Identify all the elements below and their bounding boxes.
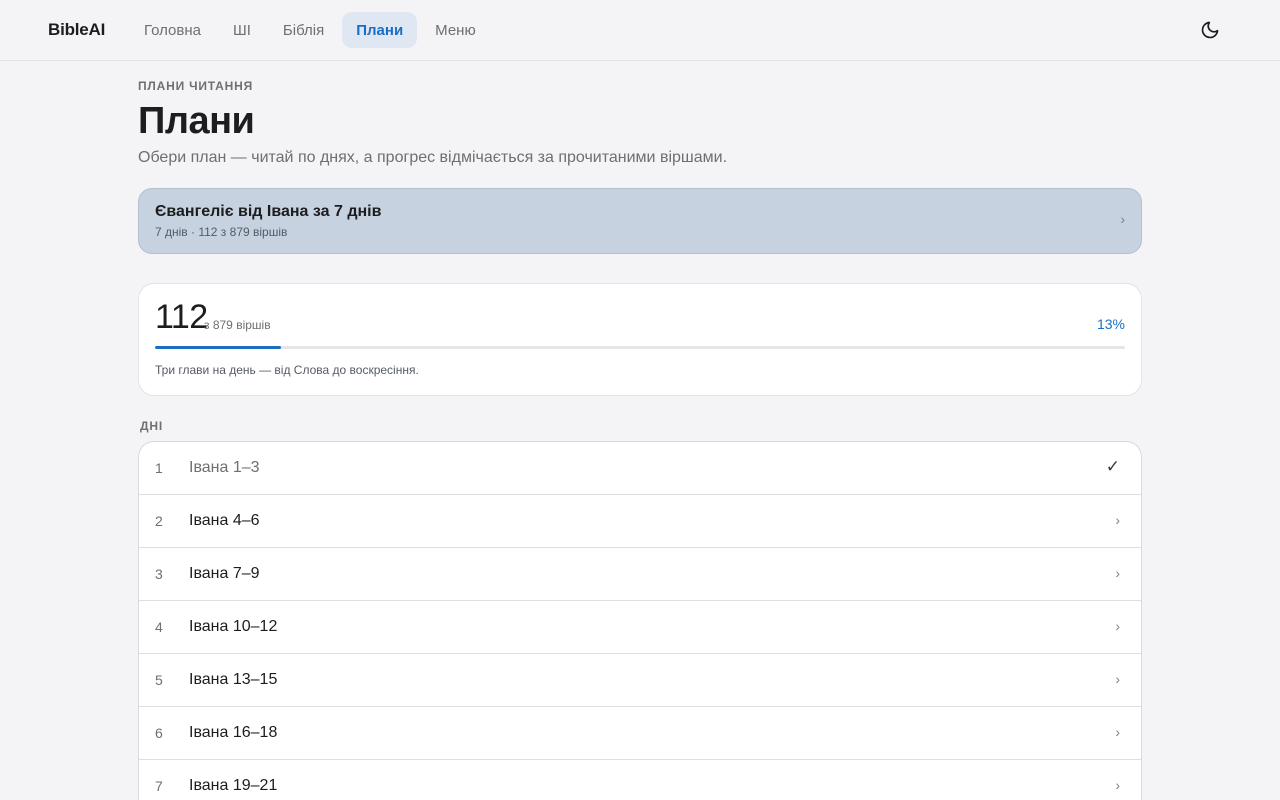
day-row-5[interactable]: 5 Івана 13–15 › [139,654,1141,707]
plan-name: Євангеліє від Івана за 7 днів [155,203,382,220]
day-number: 6 [155,725,163,741]
progress-bar-fill [155,346,282,349]
day-reading: Івана 4–6 [189,512,260,529]
day-row-4[interactable]: 4 Івана 10–12 › [139,601,1141,654]
nav-item-menu[interactable]: Меню [421,12,490,48]
brand-logo[interactable]: BibleAI [48,20,105,40]
chevron-right-icon: › [1115,671,1120,687]
chevron-right-icon: › [1115,512,1120,528]
chevron-right-icon: › [1115,777,1120,793]
day-number: 5 [155,672,163,688]
progress-card: 112 з 879 віршів 13% Три глави на день —… [138,283,1142,396]
checkmark-icon: ✓ [1105,457,1120,476]
chevron-right-icon: › [1115,618,1120,634]
day-number: 4 [155,619,163,635]
plan-meta: 7 днів · 112 з 879 віршів [155,225,288,239]
day-reading: Івана 16–18 [189,724,278,741]
day-row-6[interactable]: 6 Івана 16–18 › [139,707,1141,760]
day-row-2[interactable]: 2 Івана 4–6 › [139,495,1141,548]
chevron-right-icon: › [1120,211,1125,227]
nav-item-home[interactable]: Головна [130,12,215,48]
day-row-7[interactable]: 7 Івана 19–21 › [139,760,1141,800]
day-number: 2 [155,513,163,529]
progress-total: з 879 віршів [204,318,271,332]
days-list: 1 Івана 1–3 ✓ 2 Івана 4–6 › 3 Івана 7–9 … [138,441,1142,800]
nav-item-bible[interactable]: Біблія [269,12,338,48]
day-row-3[interactable]: 3 Івана 7–9 › [139,548,1141,601]
day-row-1[interactable]: 1 Івана 1–3 ✓ [139,442,1141,495]
day-number: 1 [155,460,163,476]
day-number: 7 [155,778,163,794]
day-reading: Івана 13–15 [189,671,278,688]
day-reading: Івана 7–9 [189,565,260,582]
chevron-right-icon: › [1115,724,1120,740]
day-reading: Івана 10–12 [189,618,278,635]
progress-count: 112 [155,298,208,336]
day-number: 3 [155,566,163,582]
page-subtitle: Обери план — читай по днях, а прогрес ві… [138,149,728,166]
moon-icon [1201,21,1219,39]
plan-selector-card[interactable]: Євангеліє від Івана за 7 днів 7 днів · 1… [138,188,1142,254]
day-reading: Івана 1–3 [189,459,260,476]
progress-bar [155,346,1125,349]
progress-percent: 13% [1096,316,1125,332]
page-title: Плани [138,100,255,142]
page-eyebrow: ПЛАНИ ЧИТАННЯ [138,79,253,93]
main-nav: Головна ШІ Біблія Плани Меню [130,12,490,48]
theme-toggle-button[interactable] [1196,16,1224,44]
plan-description: Три глави на день — від Слова до воскрес… [155,363,419,377]
days-section-label: ДНІ [140,419,163,433]
day-reading: Івана 19–21 [189,777,278,794]
top-nav-bar: BibleAI Головна ШІ Біблія Плани Меню [0,0,1280,61]
nav-item-plans[interactable]: Плани [342,12,418,48]
nav-item-ai[interactable]: ШІ [219,12,265,48]
chevron-right-icon: › [1115,565,1120,581]
main-content: ПЛАНИ ЧИТАННЯ Плани Обери план — читай п… [138,61,1142,800]
